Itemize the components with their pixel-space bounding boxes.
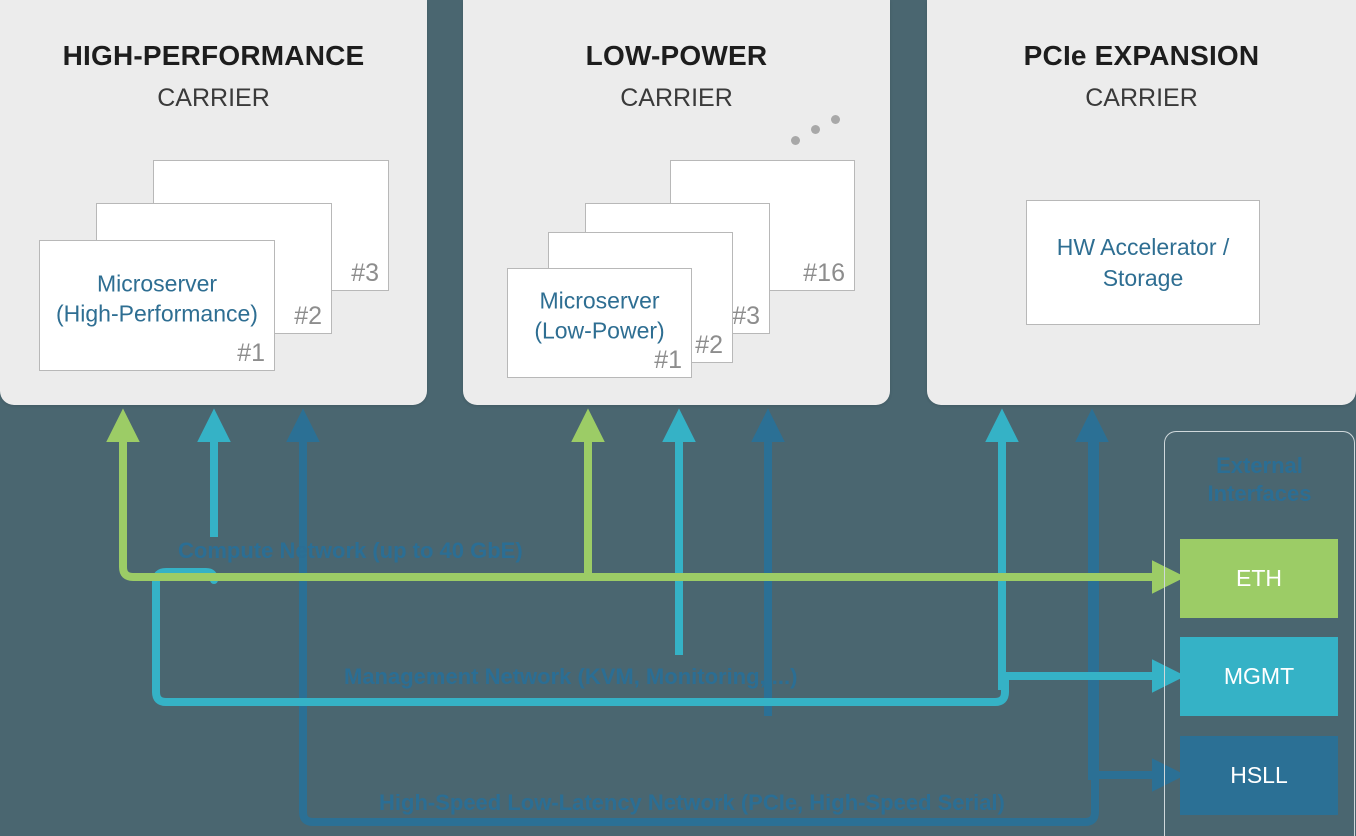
interface-hsll-label: HSLL xyxy=(1230,762,1288,788)
interface-eth[interactable]: ETH xyxy=(1180,539,1338,618)
architecture-diagram: HIGH-PERFORMANCE CARRIER #3 #2 Microserv… xyxy=(0,0,1356,836)
external-interfaces-title-line1: External xyxy=(1216,453,1303,478)
network-bus-diagram xyxy=(106,408,1186,826)
network-hsll-bus xyxy=(286,408,1186,826)
interface-eth-label: ETH xyxy=(1236,565,1282,591)
external-interfaces-title-line2: Interfaces xyxy=(1207,481,1312,507)
network-label-hsll: High-Speed Low-Latency Network (PCIe, Hi… xyxy=(379,790,1005,815)
external-interfaces-title: External Interfaces xyxy=(1165,452,1354,508)
interface-mgmt-label: MGMT xyxy=(1223,663,1295,689)
network-label-management: Management Network (KVM, Monitoring, ...… xyxy=(344,664,798,689)
interface-mgmt[interactable]: MGMT xyxy=(1180,637,1338,716)
network-label-compute: Compute Network (up to 40 GbE) xyxy=(178,538,523,563)
interface-hsll[interactable]: HSLL xyxy=(1180,736,1338,815)
